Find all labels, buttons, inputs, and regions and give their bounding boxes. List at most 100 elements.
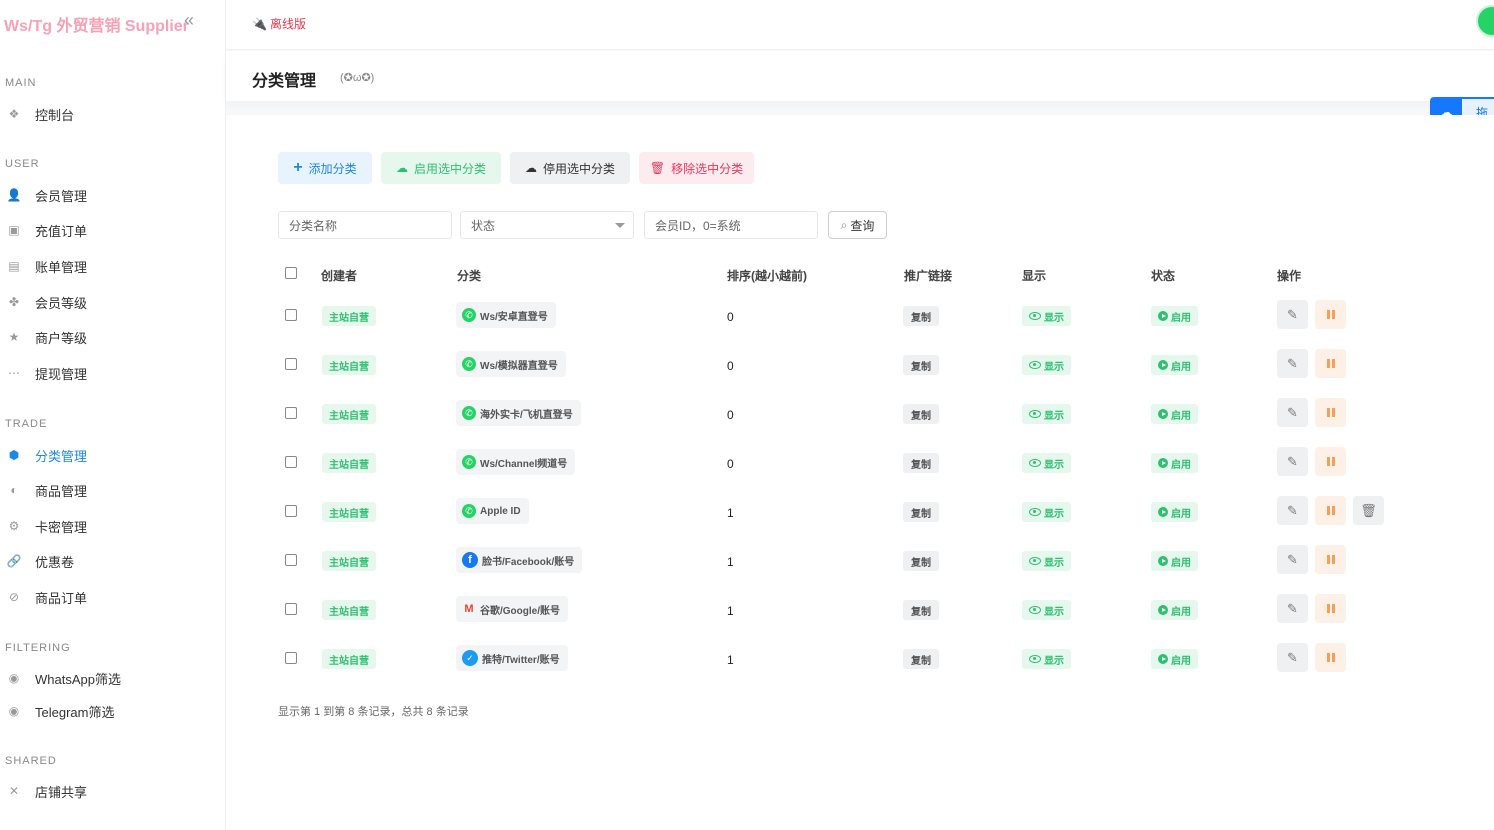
pause-icon bbox=[1326, 408, 1335, 417]
sidebar-item-goods[interactable]: ◐ 商品管理 bbox=[0, 475, 226, 505]
row-checkbox[interactable] bbox=[285, 505, 297, 517]
pause-button[interactable] bbox=[1315, 447, 1346, 476]
sidebar-item-dashboard[interactable]: ❖ 控制台 bbox=[0, 99, 226, 129]
edit-icon: ✎ bbox=[1287, 306, 1298, 322]
pause-button[interactable] bbox=[1315, 300, 1346, 329]
status-badge[interactable]: 启用 bbox=[1151, 600, 1198, 620]
copy-link-button[interactable]: 复制 bbox=[903, 306, 939, 326]
sidebar-item-merchant-level[interactable]: ★ 商户等级 bbox=[0, 322, 226, 352]
edit-button[interactable]: ✎ bbox=[1277, 398, 1308, 427]
display-badge[interactable]: 显示 bbox=[1022, 649, 1071, 669]
creator-badge: 主站自营 bbox=[322, 600, 376, 620]
category-tag[interactable]: ✆ Ws/Channel频道号 bbox=[456, 449, 576, 475]
play-circle-icon bbox=[1158, 311, 1168, 321]
copy-link-button[interactable]: 复制 bbox=[903, 551, 939, 571]
status-badge[interactable]: 启用 bbox=[1151, 453, 1198, 473]
display-badge[interactable]: 显示 bbox=[1022, 600, 1071, 620]
category-name-input[interactable]: 分类名称 bbox=[278, 211, 452, 239]
category-tag[interactable]: ✆ Apple ID bbox=[456, 498, 529, 524]
sidebar-item-withdraw[interactable]: ⋯ 提现管理 bbox=[0, 358, 226, 388]
table-row: 主站自营 M 谷歌/Google/账号 1 复制 显示 启用 ✎ bbox=[226, 590, 1494, 639]
sidebar-item-member-level[interactable]: ✤ 会员等级 bbox=[0, 287, 226, 317]
creator-badge: 主站自营 bbox=[322, 551, 376, 571]
member-id-input[interactable]: 会员ID，0=系统 bbox=[644, 211, 818, 239]
status-badge[interactable]: 启用 bbox=[1151, 502, 1198, 522]
display-badge[interactable]: 显示 bbox=[1022, 404, 1071, 424]
sidebar-item-shop-share[interactable]: ✕ 店铺共享 bbox=[0, 776, 226, 806]
status-label: 启用 bbox=[1171, 508, 1191, 520]
row-checkbox[interactable] bbox=[285, 407, 297, 419]
category-tag[interactable]: ✆ 海外实卡/飞机直登号 bbox=[456, 400, 581, 426]
copy-link-button[interactable]: 复制 bbox=[903, 404, 939, 424]
pause-button[interactable] bbox=[1315, 643, 1346, 672]
status-select[interactable]: 状态 bbox=[460, 211, 634, 239]
bill-icon: ▤ bbox=[8, 259, 20, 273]
status-badge[interactable]: 启用 bbox=[1151, 306, 1198, 326]
sidebar-item-cardkey[interactable]: ⚙ 卡密管理 bbox=[0, 511, 226, 541]
section-title-user: USER bbox=[5, 158, 40, 170]
pause-button[interactable] bbox=[1315, 594, 1346, 623]
add-category-button[interactable]: + 添加分类 bbox=[278, 152, 372, 184]
avatar[interactable] bbox=[1476, 5, 1494, 37]
category-tag[interactable]: M 谷歌/Google/账号 bbox=[456, 596, 568, 622]
sidebar-item-recharge[interactable]: ▣ 充值订单 bbox=[0, 215, 226, 245]
status-badge[interactable]: 启用 bbox=[1151, 355, 1198, 375]
pause-button[interactable] bbox=[1315, 496, 1346, 525]
display-badge[interactable]: 显示 bbox=[1022, 502, 1071, 522]
edit-button[interactable]: ✎ bbox=[1277, 447, 1308, 476]
sidebar-item-label: 分类管理 bbox=[35, 448, 88, 464]
collapse-sidebar-icon[interactable]: « bbox=[184, 10, 194, 31]
row-checkbox[interactable] bbox=[285, 456, 297, 468]
row-checkbox[interactable] bbox=[285, 554, 297, 566]
query-button[interactable]: ⌕ 查询 bbox=[828, 211, 887, 239]
edit-button[interactable]: ✎ bbox=[1277, 349, 1308, 378]
copy-link-button[interactable]: 复制 bbox=[903, 355, 939, 375]
sidebar-item-category[interactable]: ⬢ 分类管理 bbox=[0, 440, 226, 470]
edit-button[interactable]: ✎ bbox=[1277, 594, 1308, 623]
sidebar-item-goods-order[interactable]: ⊘ 商品订单 bbox=[0, 582, 226, 612]
delete-button[interactable]: 🗑 bbox=[1353, 496, 1384, 525]
display-badge[interactable]: 显示 bbox=[1022, 551, 1071, 571]
sidebar-item-whatsapp-filter[interactable]: ◉ WhatsApp筛选 bbox=[0, 663, 226, 693]
status-badge[interactable]: 启用 bbox=[1151, 649, 1198, 669]
category-tag[interactable]: ✆ Ws/模拟器直登号 bbox=[456, 351, 566, 377]
copy-link-button[interactable]: 复制 bbox=[903, 649, 939, 669]
display-badge[interactable]: 显示 bbox=[1022, 306, 1071, 326]
edit-button[interactable]: ✎ bbox=[1277, 496, 1308, 525]
enable-selected-label: 启用选中分类 bbox=[413, 161, 486, 176]
display-badge[interactable]: 显示 bbox=[1022, 355, 1071, 375]
plug-icon: 🔌 bbox=[252, 16, 267, 31]
category-tag[interactable]: ✆ Ws/安卓直登号 bbox=[456, 302, 556, 328]
pause-button[interactable] bbox=[1315, 349, 1346, 378]
edit-button[interactable]: ✎ bbox=[1277, 545, 1308, 574]
copy-link-button[interactable]: 复制 bbox=[903, 502, 939, 522]
goods-icon: ◐ bbox=[10, 483, 18, 497]
copy-link-button[interactable]: 复制 bbox=[903, 600, 939, 620]
sidebar-item-label: 会员等级 bbox=[35, 295, 88, 311]
disable-selected-button[interactable]: ☁ 停用选中分类 bbox=[510, 152, 630, 184]
pause-button[interactable] bbox=[1315, 398, 1346, 427]
pause-button[interactable] bbox=[1315, 545, 1346, 574]
row-checkbox[interactable] bbox=[285, 603, 297, 615]
offline-mode-link[interactable]: 🔌 离线版 bbox=[252, 15, 306, 32]
status-badge[interactable]: 启用 bbox=[1151, 551, 1198, 571]
enable-selected-button[interactable]: ☁ 启用选中分类 bbox=[381, 152, 501, 184]
category-tag[interactable]: ✓ 推特/Twitter/账号 bbox=[456, 645, 568, 671]
status-badge[interactable]: 启用 bbox=[1151, 404, 1198, 424]
display-badge[interactable]: 显示 bbox=[1022, 453, 1071, 473]
category-tag[interactable]: f 脸书/Facebook/账号 bbox=[456, 547, 583, 573]
table-row: 主站自营 ✆ Ws/模拟器直登号 0 复制 显示 启用 ✎ bbox=[226, 345, 1494, 394]
facebook-icon: f bbox=[462, 552, 478, 568]
row-checkbox[interactable] bbox=[285, 652, 297, 664]
sidebar-item-coupon[interactable]: 🔗 优惠卷 bbox=[0, 546, 226, 576]
copy-link-button[interactable]: 复制 bbox=[903, 453, 939, 473]
row-checkbox[interactable] bbox=[285, 309, 297, 321]
sidebar-item-bills[interactable]: ▤ 账单管理 bbox=[0, 251, 226, 281]
row-checkbox[interactable] bbox=[285, 358, 297, 370]
edit-button[interactable]: ✎ bbox=[1277, 643, 1308, 672]
edit-button[interactable]: ✎ bbox=[1277, 300, 1308, 329]
remove-selected-button[interactable]: 🗑 移除选中分类 bbox=[639, 152, 754, 184]
sidebar-item-members[interactable]: 👤 会员管理 bbox=[0, 180, 226, 210]
sidebar-item-telegram-filter[interactable]: ◉ Telegram筛选 bbox=[0, 696, 226, 726]
select-all-checkbox[interactable] bbox=[285, 267, 297, 279]
